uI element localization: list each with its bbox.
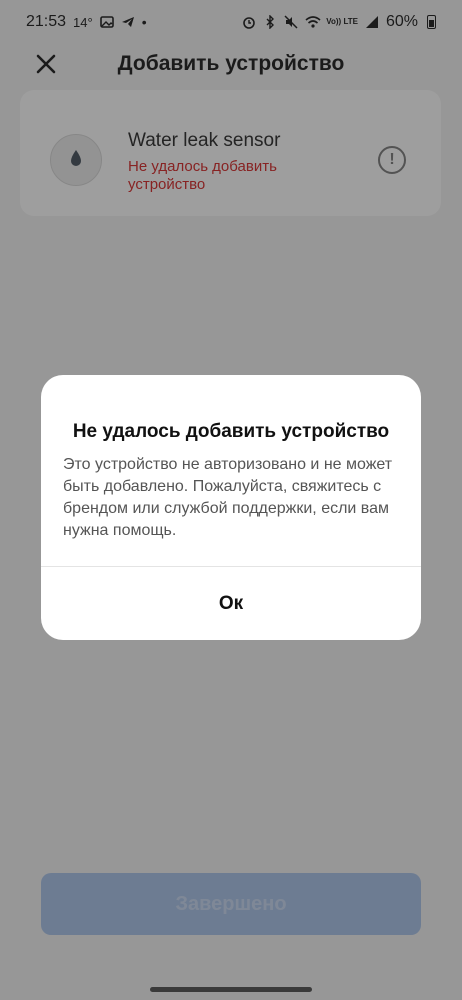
- dialog-title: Не удалось добавить устройство: [72, 421, 390, 442]
- home-indicator[interactable]: [150, 987, 312, 992]
- dialog-message: Это устройство не авторизовано и не може…: [63, 456, 393, 539]
- ok-button[interactable]: Ок: [41, 567, 421, 640]
- error-dialog: Не удалось добавить устройство Это устро…: [41, 375, 421, 640]
